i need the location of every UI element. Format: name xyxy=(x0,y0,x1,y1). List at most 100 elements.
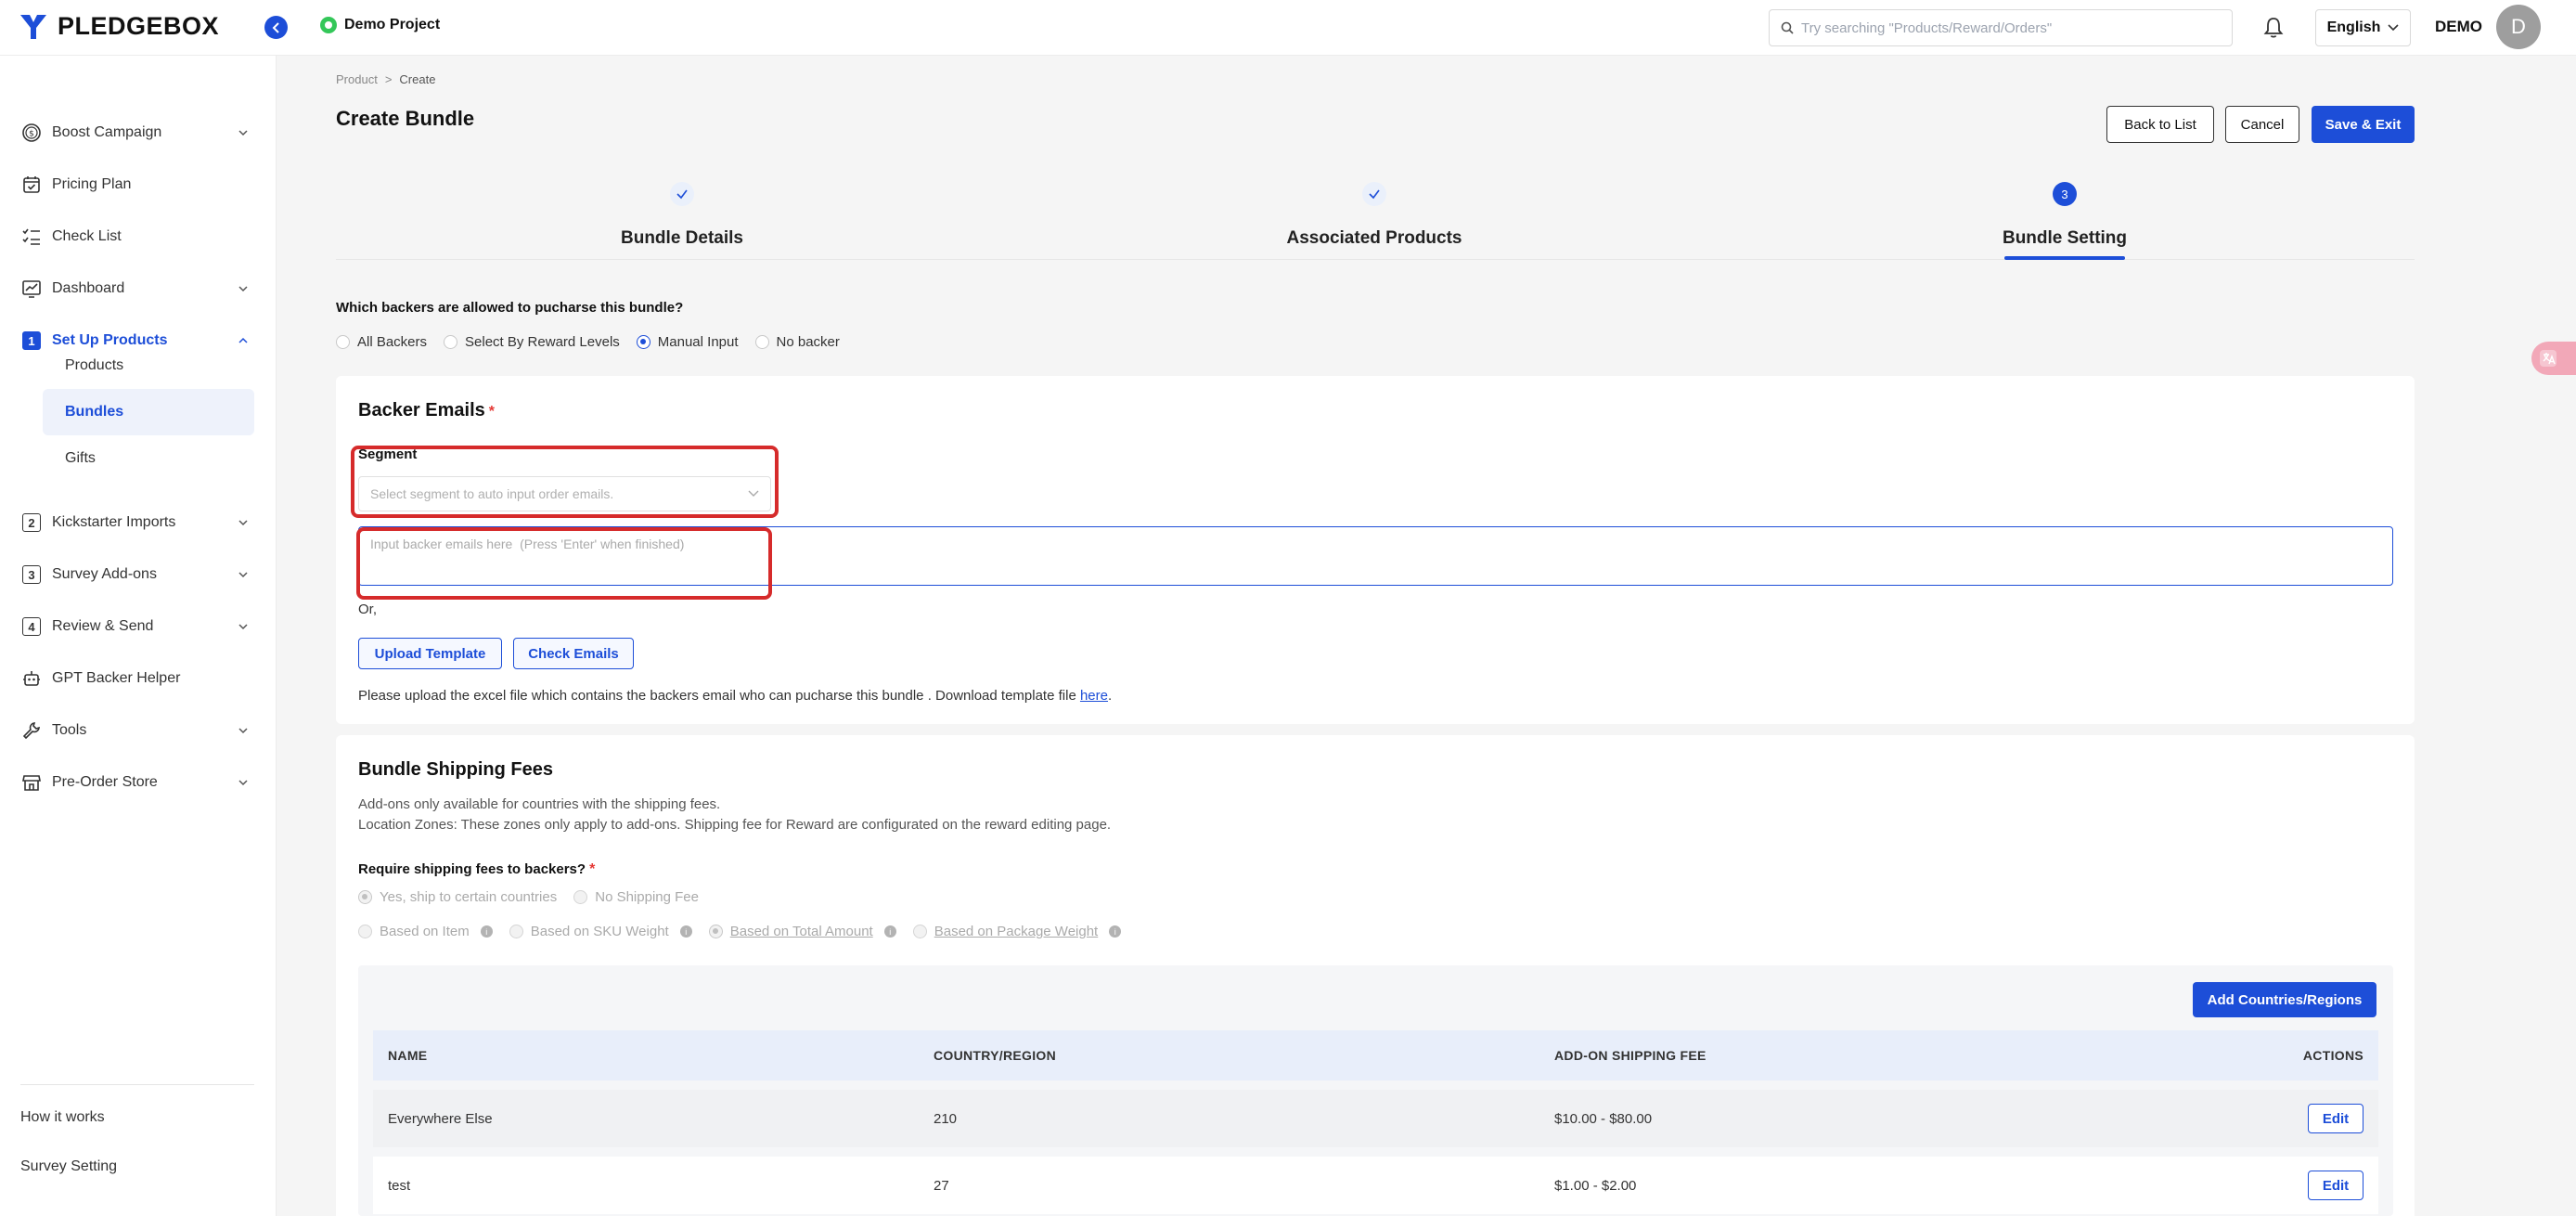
backer-emails-title: Backer Emails * xyxy=(358,400,495,420)
back-to-list-button[interactable]: Back to List xyxy=(2106,106,2214,143)
sidebar-item-tools[interactable]: Tools xyxy=(0,709,277,752)
chevron-down-icon xyxy=(238,780,248,786)
column-header-name: NAME xyxy=(388,1048,428,1063)
add-countries-regions-button[interactable]: Add Countries/Regions xyxy=(2193,982,2376,1017)
svg-text:$: $ xyxy=(29,130,34,139)
table-header: NAME COUNTRY/REGION ADD-ON SHIPPING FEE … xyxy=(373,1030,2378,1080)
wrench-icon xyxy=(20,719,43,742)
column-header-actions: ACTIONS xyxy=(2302,1048,2363,1063)
step-number-circle: 3 xyxy=(2053,182,2077,206)
collapse-sidebar-button[interactable] xyxy=(264,16,288,39)
step-associated-products[interactable]: Associated Products xyxy=(1282,182,1467,249)
chevron-down-icon xyxy=(238,728,248,734)
checklist-icon xyxy=(20,226,43,248)
download-template-link[interactable]: here xyxy=(1080,688,1108,704)
sidebar-item-check-list[interactable]: Check List xyxy=(0,215,277,258)
radio-yes-ship[interactable]: Yes, ship to certain countries xyxy=(358,889,557,905)
step-label: Bundle Details xyxy=(621,228,743,248)
sidebar-item-survey-add-ons[interactable]: 3 Survey Add-ons xyxy=(0,553,277,596)
sidebar-item-label: Tools xyxy=(52,722,87,738)
sidebar-item-label: Pre-Order Store xyxy=(52,774,158,790)
check-icon xyxy=(1362,182,1386,206)
save-exit-button[interactable]: Save & Exit xyxy=(2312,106,2415,143)
radio-all-backers[interactable]: All Backers xyxy=(336,334,427,350)
sidebar-subitem-products[interactable]: Products xyxy=(43,343,254,389)
calendar-check-icon xyxy=(20,174,43,196)
step-label: Bundle Setting xyxy=(2002,228,2128,248)
sidebar-item-label: Review & Send xyxy=(52,618,154,634)
project-switcher[interactable]: Demo Project xyxy=(320,17,440,33)
radio-label: No Shipping Fee xyxy=(595,889,699,905)
sidebar-subitem-bundles[interactable]: Bundles xyxy=(43,389,254,435)
sidebar-item-pricing-plan[interactable]: Pricing Plan xyxy=(0,163,277,206)
info-icon: i xyxy=(480,925,493,938)
page-title: Create Bundle xyxy=(336,107,475,130)
sidebar-item-label: Kickstarter Imports xyxy=(52,514,176,530)
radio-indicator xyxy=(708,925,723,938)
radio-indicator xyxy=(336,335,350,349)
search-input[interactable] xyxy=(1801,19,2209,36)
upload-template-button[interactable]: Upload Template xyxy=(358,638,502,669)
edit-button[interactable]: Edit xyxy=(2308,1104,2363,1133)
sidebar-item-label: Dashboard xyxy=(52,280,125,296)
sidebar-item-review-send[interactable]: 4 Review & Send xyxy=(0,605,277,648)
sidebar-item-label: Boost Campaign xyxy=(52,124,162,140)
sidebar-item-kickstarter-imports[interactable]: 2 Kickstarter Imports xyxy=(0,501,277,544)
dashboard-chart-icon xyxy=(20,278,43,300)
sidebar-divider xyxy=(20,1084,254,1085)
zone-fee: $10.00 - $80.00 xyxy=(1554,1110,1653,1127)
sidebar-item-boost-campaign[interactable]: $ Boost Campaign xyxy=(0,111,277,154)
survey-setting-link[interactable]: Survey Setting xyxy=(20,1158,117,1175)
radio-label: Yes, ship to certain countries xyxy=(380,889,558,905)
sidebar-subitem-gifts[interactable]: Gifts xyxy=(43,435,254,482)
breadcrumb-product[interactable]: Product xyxy=(336,72,378,86)
chevron-down-icon xyxy=(238,624,248,630)
zone-country-count: 27 xyxy=(934,1177,949,1194)
chevron-down-icon xyxy=(2388,24,2399,32)
breadcrumb-separator: > xyxy=(384,72,393,86)
step-bundle-setting[interactable]: 3 Bundle Setting xyxy=(1972,182,2157,249)
segment-select[interactable]: Select segment to auto input order email… xyxy=(358,476,771,511)
radio-no-shipping-fee[interactable]: No Shipping Fee xyxy=(573,889,699,905)
shipping-title: Bundle Shipping Fees xyxy=(358,759,554,780)
check-emails-button[interactable]: Check Emails xyxy=(513,638,634,669)
pledgebox-logo-icon xyxy=(20,15,46,39)
radio-manual-input[interactable]: Manual Input xyxy=(636,334,739,350)
zone-fee: $1.00 - $2.00 xyxy=(1554,1177,1637,1194)
zone-country-count: 210 xyxy=(934,1110,958,1127)
user-avatar[interactable]: D xyxy=(2496,5,2541,49)
backer-emails-input[interactable] xyxy=(358,526,2393,586)
radio-based-on-sku-weight[interactable]: Based on SKU Weight i xyxy=(509,924,692,939)
column-header-country-region: COUNTRY/REGION xyxy=(934,1048,1057,1063)
step-bundle-details[interactable]: Bundle Details xyxy=(589,182,775,249)
radio-based-on-package-weight[interactable]: Based on Package Weight i xyxy=(912,924,1122,939)
sidebar-item-dashboard[interactable]: Dashboard xyxy=(0,267,277,310)
radio-no-backer[interactable]: No backer xyxy=(754,334,840,350)
edit-button[interactable]: Edit xyxy=(2308,1171,2363,1200)
notification-bell-icon[interactable] xyxy=(2260,15,2286,41)
radio-indicator xyxy=(636,335,650,349)
translate-float-button[interactable] xyxy=(2531,342,2576,375)
language-select[interactable]: English xyxy=(2315,9,2411,46)
shipping-zones-table: Add Countries/Regions NAME COUNTRY/REGIO… xyxy=(358,965,2393,1216)
info-icon: i xyxy=(679,925,692,938)
column-header-shipping-fee: ADD-ON SHIPPING FEE xyxy=(1554,1048,1707,1063)
shipping-note-2: Location Zones: These zones only apply t… xyxy=(358,817,1112,833)
sidebar-item-pre-order-store[interactable]: Pre-Order Store xyxy=(0,761,277,804)
chevron-down-icon xyxy=(748,490,759,497)
radio-label: Based on Total Amount xyxy=(729,924,873,939)
radio-select-by-reward-levels[interactable]: Select By Reward Levels xyxy=(444,334,620,350)
radio-based-on-item[interactable]: Based on Item i xyxy=(358,924,493,939)
cancel-button[interactable]: Cancel xyxy=(2225,106,2299,143)
how-it-works-link[interactable]: How it works xyxy=(20,1109,105,1126)
backer-question: Which backers are allowed to pucharse th… xyxy=(336,300,684,316)
sidebar-item-label: Survey Add-ons xyxy=(52,566,157,582)
sidebar-item-gpt-backer-helper[interactable]: GPT Backer Helper xyxy=(0,657,277,700)
radio-indicator xyxy=(573,890,588,904)
brand-logo[interactable]: PLEDGEBOX xyxy=(19,11,219,41)
global-search[interactable] xyxy=(1769,9,2233,46)
radio-label: Based on SKU Weight xyxy=(530,924,669,939)
radio-based-on-total-amount[interactable]: Based on Total Amount i xyxy=(708,924,896,939)
language-value: English xyxy=(2326,19,2381,35)
backer-emails-card: Backer Emails * Segment Select segment to… xyxy=(336,376,2415,724)
